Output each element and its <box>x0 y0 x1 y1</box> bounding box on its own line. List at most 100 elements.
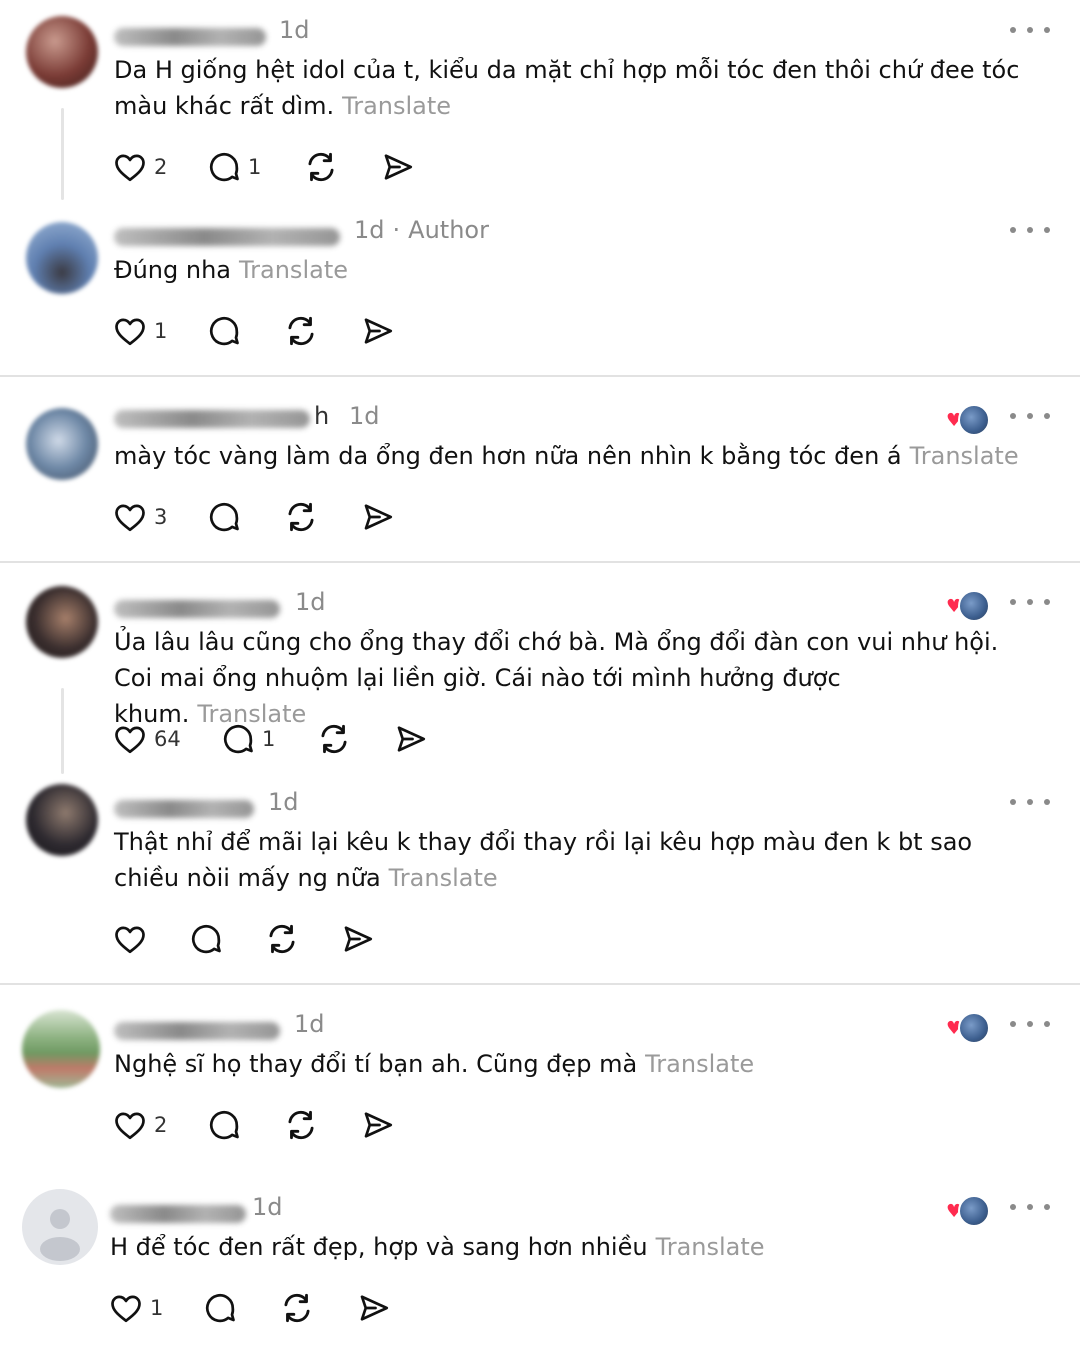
like-button[interactable]: 64 <box>112 719 181 759</box>
translate-link[interactable]: Translate <box>389 864 498 892</box>
author-liked-badge: ♥ <box>944 590 990 622</box>
heart-icon <box>115 318 145 346</box>
translate-link[interactable]: Translate <box>656 1233 765 1261</box>
send-icon <box>397 726 426 752</box>
send-icon <box>384 154 413 180</box>
username[interactable] <box>114 1022 280 1040</box>
repost-icon <box>269 924 295 954</box>
comment-item: 1d ♥ Ủa lâu lâu cũng cho ổng thay đổi ch… <box>0 572 1080 782</box>
timestamp: 1d <box>349 402 380 430</box>
avatar[interactable] <box>26 16 98 88</box>
like-button[interactable]: 3 <box>112 497 167 537</box>
reply-button[interactable] <box>206 1105 242 1145</box>
send-icon <box>344 926 373 952</box>
timestamp: 1d · Author <box>354 216 489 244</box>
avatar[interactable] <box>26 222 98 294</box>
user-icon <box>40 1209 80 1261</box>
repost-button[interactable] <box>263 919 301 959</box>
username[interactable] <box>114 600 280 618</box>
like-button[interactable]: 1 <box>108 1288 163 1328</box>
repost-icon <box>288 502 314 532</box>
default-avatar[interactable] <box>22 1189 98 1265</box>
like-count: 2 <box>154 1113 168 1137</box>
translate-link[interactable]: Translate <box>342 92 451 120</box>
translate-link[interactable]: Translate <box>645 1050 754 1078</box>
username-visible-char: h <box>314 402 330 430</box>
author-liked-badge: ♥ <box>944 1012 990 1044</box>
repost-icon <box>288 316 314 346</box>
like-count: 64 <box>154 727 181 751</box>
share-button[interactable] <box>360 497 396 537</box>
share-button[interactable] <box>393 719 429 759</box>
comment-icon <box>209 152 239 182</box>
repost-button[interactable] <box>282 1105 320 1145</box>
like-count: 2 <box>154 155 168 179</box>
more-options-icon[interactable] <box>1010 20 1050 40</box>
author-liked-badge: ♥ <box>944 404 990 436</box>
avatar[interactable] <box>26 784 98 856</box>
timestamp: 1d <box>295 588 326 616</box>
avatar[interactable] <box>22 1010 100 1088</box>
share-button[interactable] <box>360 311 396 351</box>
comment-text: Nghệ sĩ họ thay đổi tí bạn ah. Cũng đẹp … <box>114 1050 755 1078</box>
comment-text: Đúng nha Translate <box>114 256 348 284</box>
share-button[interactable] <box>356 1288 392 1328</box>
heart-icon <box>115 926 145 954</box>
reply-button[interactable]: 1 <box>206 147 261 187</box>
more-options-icon[interactable] <box>1010 1197 1050 1217</box>
send-icon <box>364 318 393 344</box>
more-options-icon[interactable] <box>1010 592 1050 612</box>
like-count: 1 <box>154 319 168 343</box>
username[interactable] <box>114 228 340 246</box>
comment-item: 1d · Author Đúng nha Translate 1 <box>0 200 1080 370</box>
reply-button[interactable]: 1 <box>220 719 275 759</box>
like-button[interactable]: 2 <box>112 1105 167 1145</box>
repost-icon <box>284 1293 310 1323</box>
repost-button[interactable] <box>282 497 320 537</box>
username[interactable] <box>114 410 310 428</box>
username[interactable] <box>110 1205 246 1223</box>
more-options-icon[interactable] <box>1010 1014 1050 1034</box>
repost-button[interactable] <box>278 1288 316 1328</box>
reply-button[interactable] <box>206 311 242 351</box>
username[interactable] <box>114 800 254 818</box>
heart-icon <box>115 1112 145 1140</box>
comment-item: 1d ♥ H để tóc đen rất đẹp, hợp và sang h… <box>0 1177 1080 1350</box>
more-options-icon[interactable] <box>1010 220 1050 240</box>
reply-count: 1 <box>262 727 276 751</box>
comment-item: 1d ♥ Nghệ sĩ họ thay đổi tí bạn ah. Cũng… <box>0 994 1080 1169</box>
comment-item: h 1d ♥ mày tóc vàng làm da ổng đen hơn n… <box>0 386 1080 556</box>
comment-icon <box>191 924 221 954</box>
like-button[interactable]: 2 <box>112 147 167 187</box>
reply-count: 1 <box>248 155 262 179</box>
username[interactable] <box>114 28 266 46</box>
comment-icon <box>209 316 239 346</box>
author-label: Author <box>408 216 489 244</box>
comment-text: Thật nhỉ để mãi lại kêu k thay đổi thay … <box>114 828 973 892</box>
share-button[interactable] <box>340 919 376 959</box>
comment-icon <box>223 724 253 754</box>
more-options-icon[interactable] <box>1010 406 1050 426</box>
translate-link[interactable]: Translate <box>910 442 1019 470</box>
avatar[interactable] <box>26 408 98 480</box>
reply-button[interactable] <box>202 1288 238 1328</box>
comment-text: H để tóc đen rất đẹp, hợp và sang hơn nh… <box>110 1233 765 1261</box>
comment-text: Da H giống hệt idol của t, kiểu da mặt c… <box>114 56 1020 120</box>
like-button[interactable] <box>112 919 148 959</box>
repost-button[interactable] <box>315 719 353 759</box>
send-icon <box>364 504 393 530</box>
share-button[interactable] <box>360 1105 396 1145</box>
reply-button[interactable] <box>188 919 224 959</box>
comment-text: Ủa lâu lâu cũng cho ổng thay đổi chớ bà.… <box>114 628 999 728</box>
share-button[interactable] <box>380 147 416 187</box>
more-options-icon[interactable] <box>1010 792 1050 812</box>
avatar[interactable] <box>26 586 98 658</box>
comment-item: 1d Da H giống hệt idol của t, kiểu da mặ… <box>0 0 1080 200</box>
heart-icon <box>115 504 145 532</box>
reply-button[interactable] <box>206 497 242 537</box>
repost-button[interactable] <box>282 311 320 351</box>
repost-button[interactable] <box>302 147 340 187</box>
send-icon <box>364 1112 393 1138</box>
like-button[interactable]: 1 <box>112 311 167 351</box>
translate-link[interactable]: Translate <box>239 256 348 284</box>
